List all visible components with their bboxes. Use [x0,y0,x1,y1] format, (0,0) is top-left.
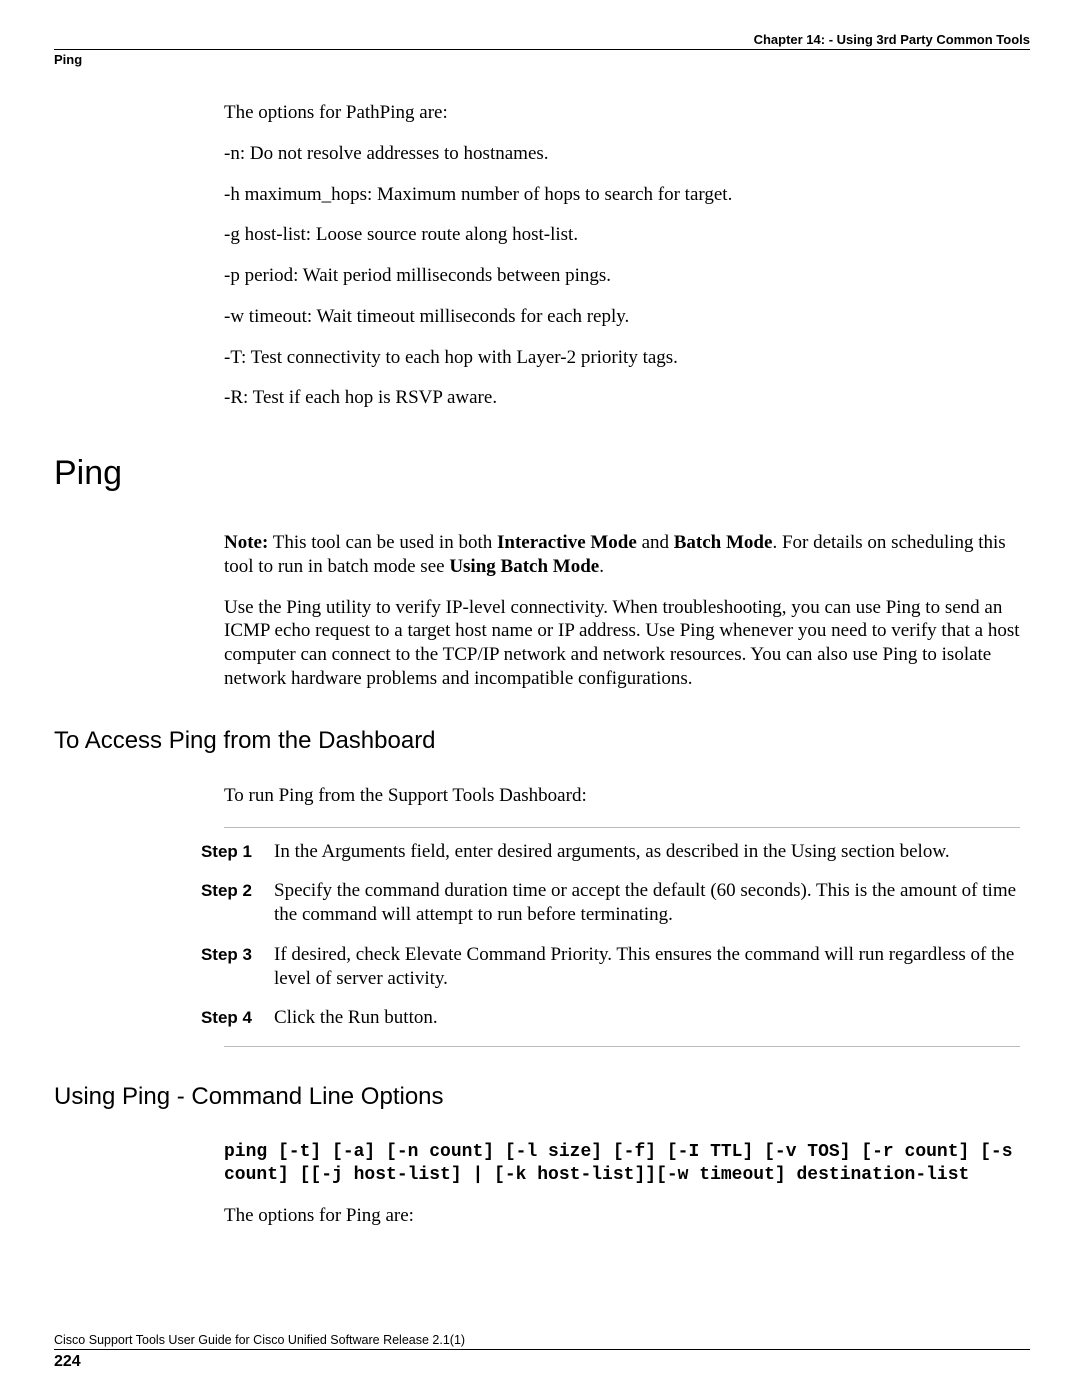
step-label: Step 2 [184,879,274,927]
ping-syntax-code: ping [-t] [-a] [-n count] [-l size] [-f]… [224,1141,1020,1186]
pathping-intro: The options for PathPing are: [224,101,1020,125]
step-label: Step 4 [184,1006,274,1030]
pathping-opt: -n: Do not resolve addresses to hostname… [224,142,1020,166]
ping-heading: Ping [54,454,1030,493]
note-bold-interactive: Interactive Mode [497,532,637,553]
pathping-opt: -p period: Wait period milliseconds betw… [224,264,1020,288]
note-label: Note: [224,532,268,553]
step-text: In the Arguments field, enter desired ar… [274,840,1020,864]
pathping-opt: -g host-list: Loose source route along h… [224,223,1020,247]
step-text: Click the Run button. [274,1006,1020,1030]
note-text: This tool can be used in both [268,532,497,553]
divider [224,1046,1020,1047]
ping-options-outro: The options for Ping are: [224,1204,1020,1228]
footer-doc-title: Cisco Support Tools User Guide for Cisco… [54,1333,1030,1350]
step-text: Specify the command duration time or acc… [274,879,1020,927]
ping-note: Note: This tool can be used in both Inte… [224,531,1020,579]
step-row: Step 3 If desired, check Elevate Command… [224,943,1020,991]
pathping-options-block: The options for PathPing are: -n: Do not… [224,101,1020,410]
pathping-opt: -w timeout: Wait timeout milliseconds fo… [224,305,1020,329]
step-text: If desired, check Elevate Command Priori… [274,943,1020,991]
ping-note-block: Note: This tool can be used in both Inte… [224,531,1020,691]
note-text: and [637,532,674,553]
note-text: . [599,556,604,577]
pathping-opt: -T: Test connectivity to each hop with L… [224,346,1020,370]
step-label: Step 1 [184,840,274,864]
chapter-header: Chapter 14: - Using 3rd Party Common Too… [54,32,1030,47]
divider [224,827,1020,828]
ping-options-outro-block: The options for Ping are: [224,1204,1020,1228]
steps-block: To run Ping from the Support Tools Dashb… [224,785,1020,1048]
note-bold-batch: Batch Mode [674,532,773,553]
pathping-opt: -h maximum_hops: Maximum number of hops … [224,183,1020,207]
page-footer: Cisco Support Tools User Guide for Cisco… [54,1333,1030,1371]
page-number: 224 [54,1353,1030,1371]
cli-heading: Using Ping - Command Line Options [54,1083,1030,1111]
access-heading: To Access Ping from the Dashboard [54,727,1030,755]
note-bold-using-batch: Using Batch Mode [449,556,599,577]
step-row: Step 4 Click the Run button. [224,1006,1020,1030]
steps-intro: To run Ping from the Support Tools Dashb… [224,785,1020,807]
step-row: Step 2 Specify the command duration time… [224,879,1020,927]
section-label: Ping [54,49,1030,67]
ping-description: Use the Ping utility to verify IP-level … [224,596,1020,691]
step-row: Step 1 In the Arguments field, enter des… [224,840,1020,864]
pathping-opt: -R: Test if each hop is RSVP aware. [224,386,1020,410]
step-label: Step 3 [184,943,274,991]
